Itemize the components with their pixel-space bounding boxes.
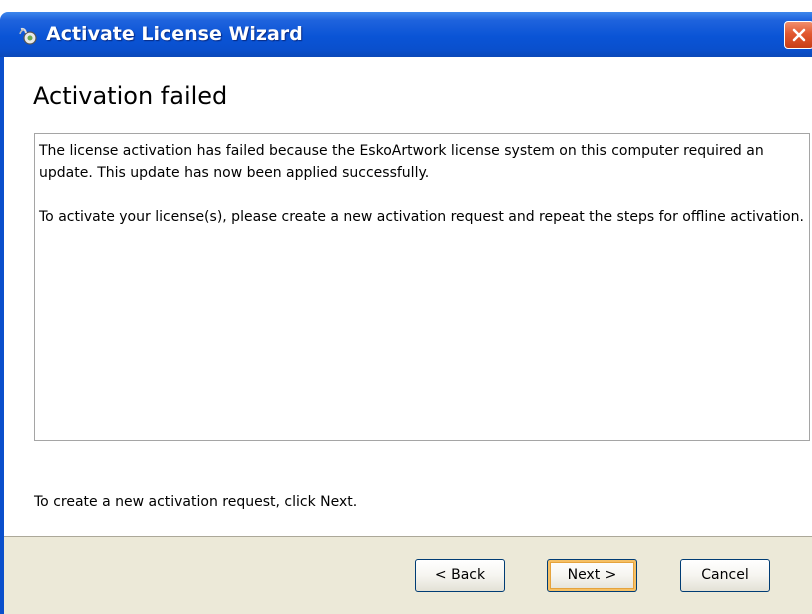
cancel-button[interactable]: Cancel — [680, 559, 770, 592]
window-border-left — [0, 57, 4, 614]
next-step-hint: To create a new activation request, clic… — [34, 494, 358, 510]
close-icon — [792, 28, 806, 42]
license-key-icon — [18, 26, 38, 46]
window-title: Activate License Wizard — [46, 23, 303, 45]
message-paragraph-2: To activate your license(s), please crea… — [39, 209, 805, 225]
back-button[interactable]: < Back — [415, 559, 505, 592]
message-box[interactable]: The license activation has failed becaus… — [34, 133, 810, 441]
close-button[interactable] — [784, 21, 812, 49]
button-bar: < Back Next > Cancel — [4, 536, 812, 614]
title-bar[interactable]: Activate License Wizard — [0, 12, 812, 57]
next-button[interactable]: Next > — [547, 559, 637, 592]
wizard-window: Activate License Wizard Activation faile… — [0, 0, 812, 614]
message-paragraph-1: The license activation has failed becaus… — [39, 143, 764, 181]
page-heading: Activation failed — [33, 82, 228, 110]
